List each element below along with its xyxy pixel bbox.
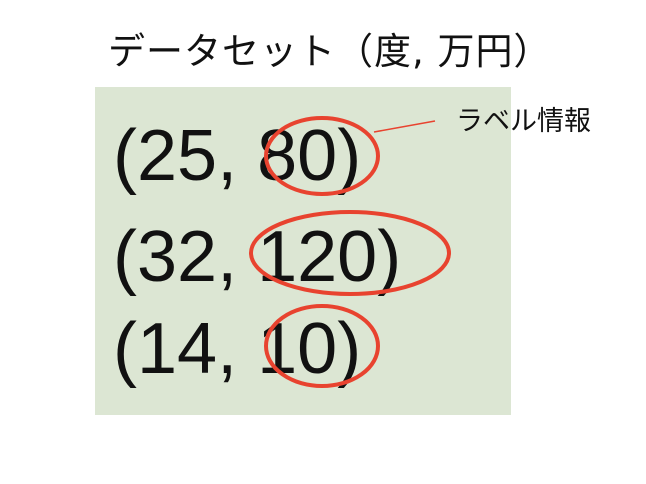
label-info-annotation: ラベル情報 xyxy=(456,106,591,137)
diagram-canvas: データセット（度, 万円） (25, 80) (32, 120) (14, 10… xyxy=(0,0,646,484)
highlight-overlay xyxy=(249,116,451,388)
label-highlight-ring xyxy=(249,210,451,296)
label-highlight-ring xyxy=(264,116,380,196)
label-callout-line xyxy=(373,120,436,133)
label-highlight-ring xyxy=(264,304,380,388)
